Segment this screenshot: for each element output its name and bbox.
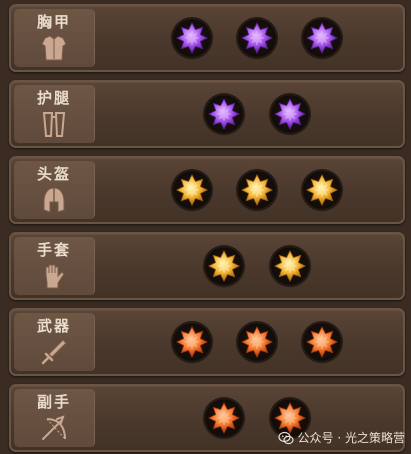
slot-label: 手套 bbox=[36, 241, 71, 259]
watermark-text: 公众号 · 光之策略营 bbox=[297, 431, 405, 445]
slot-label: 头盔 bbox=[36, 165, 71, 183]
equipment-slot[interactable]: 胸甲 bbox=[14, 9, 95, 67]
equipment-slot[interactable]: 副手 bbox=[14, 389, 95, 447]
gold-gem-icon[interactable] bbox=[271, 247, 309, 285]
chest-armor-icon bbox=[41, 35, 67, 61]
equipment-slot[interactable]: 护腿 bbox=[14, 85, 95, 143]
gloves-icon bbox=[45, 264, 65, 289]
gem-group bbox=[95, 310, 403, 374]
slot-label: 胸甲 bbox=[36, 13, 71, 31]
helmet-icon bbox=[43, 187, 65, 213]
watermark: 公众号 · 光之策略营 bbox=[277, 429, 405, 446]
slot-label: 副手 bbox=[36, 393, 71, 411]
purple-gem-icon[interactable] bbox=[271, 95, 309, 133]
orange-gem-icon[interactable] bbox=[238, 323, 276, 361]
purple-gem-icon[interactable] bbox=[303, 19, 341, 57]
gold-gem-icon[interactable] bbox=[238, 171, 276, 209]
orange-gem-icon[interactable] bbox=[205, 399, 243, 437]
gem-group bbox=[95, 158, 403, 222]
weapon-icon bbox=[41, 339, 67, 365]
leg-armor-icon bbox=[42, 112, 66, 137]
gem-group bbox=[95, 6, 403, 70]
gem-group bbox=[95, 234, 403, 298]
equipment-row[interactable]: 手套 bbox=[9, 232, 405, 300]
gem-group bbox=[95, 82, 403, 146]
orange-gem-icon[interactable] bbox=[173, 323, 211, 361]
purple-gem-icon[interactable] bbox=[205, 95, 243, 133]
purple-gem-icon[interactable] bbox=[238, 19, 276, 57]
slot-label: 护腿 bbox=[36, 89, 71, 107]
equipment-row[interactable]: 胸甲 bbox=[9, 4, 405, 72]
gold-gem-icon[interactable] bbox=[173, 171, 211, 209]
equipment-row[interactable]: 武器 bbox=[9, 308, 405, 376]
orange-gem-icon[interactable] bbox=[303, 323, 341, 361]
equipment-slot[interactable]: 武器 bbox=[14, 313, 95, 371]
gold-gem-icon[interactable] bbox=[205, 247, 243, 285]
slot-label: 武器 bbox=[36, 317, 71, 335]
equipment-row[interactable]: 头盔 bbox=[9, 156, 405, 224]
equipment-slot[interactable]: 手套 bbox=[14, 237, 95, 295]
wechat-icon bbox=[277, 431, 294, 444]
purple-gem-icon[interactable] bbox=[173, 19, 211, 57]
offhand-icon bbox=[42, 415, 66, 440]
gold-gem-icon[interactable] bbox=[303, 171, 341, 209]
equipment-slot[interactable]: 头盔 bbox=[14, 161, 95, 219]
equipment-row[interactable]: 护腿 bbox=[9, 80, 405, 148]
